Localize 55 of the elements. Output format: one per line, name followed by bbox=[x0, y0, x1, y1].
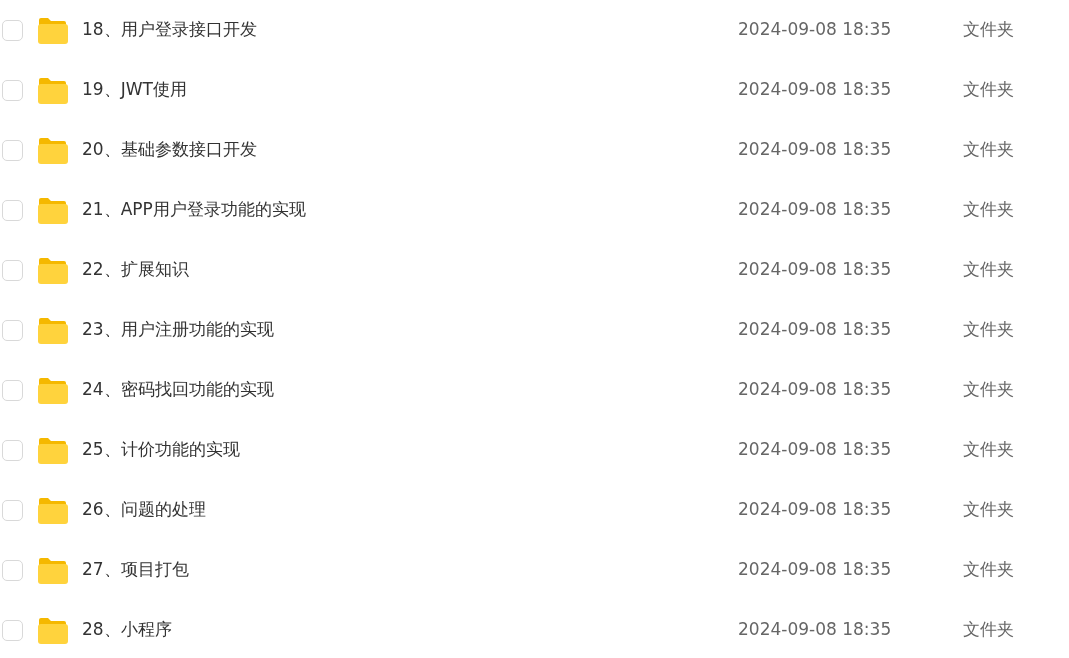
file-type: 文件夹 bbox=[963, 558, 1014, 582]
modified-date: 2024-09-08 18:35 bbox=[738, 558, 893, 582]
folder-icon bbox=[37, 436, 68, 464]
file-name[interactable]: 26、问题的处理 bbox=[82, 497, 738, 523]
modified-date: 2024-09-08 18:35 bbox=[738, 498, 893, 522]
checkbox[interactable] bbox=[2, 199, 23, 221]
file-name[interactable]: 19、JWT使用 bbox=[82, 77, 738, 103]
folder-icon bbox=[37, 136, 68, 164]
file-name[interactable]: 28、小程序 bbox=[82, 617, 738, 643]
folder-icon bbox=[37, 376, 68, 404]
file-type: 文件夹 bbox=[963, 498, 1014, 522]
checkbox[interactable] bbox=[2, 379, 23, 401]
modified-date: 2024-09-08 18:35 bbox=[738, 258, 893, 282]
folder-icon bbox=[37, 316, 68, 344]
file-name[interactable]: 27、项目打包 bbox=[82, 557, 738, 583]
file-type: 文件夹 bbox=[963, 438, 1014, 462]
checkbox[interactable] bbox=[2, 499, 23, 521]
folder-icon bbox=[37, 16, 68, 44]
file-name[interactable]: 25、计价功能的实现 bbox=[82, 437, 738, 463]
checkbox[interactable] bbox=[2, 559, 23, 581]
checkbox[interactable] bbox=[2, 19, 23, 41]
modified-date: 2024-09-08 18:35 bbox=[738, 18, 893, 42]
file-name[interactable]: 18、用户登录接口开发 bbox=[82, 17, 738, 43]
modified-date: 2024-09-08 18:35 bbox=[738, 378, 893, 402]
file-type: 文件夹 bbox=[963, 618, 1014, 642]
checkbox[interactable] bbox=[2, 139, 23, 161]
modified-date: 2024-09-08 18:35 bbox=[738, 198, 893, 222]
modified-date: 2024-09-08 18:35 bbox=[738, 618, 893, 642]
file-type: 文件夹 bbox=[963, 198, 1014, 222]
checkbox[interactable] bbox=[2, 619, 23, 641]
folder-icon bbox=[37, 616, 68, 644]
modified-date: 2024-09-08 18:35 bbox=[738, 318, 893, 342]
folder-icon bbox=[37, 496, 68, 524]
file-name[interactable]: 20、基础参数接口开发 bbox=[82, 137, 738, 163]
file-type: 文件夹 bbox=[963, 318, 1014, 342]
modified-date: 2024-09-08 18:35 bbox=[738, 78, 893, 102]
folder-icon bbox=[37, 256, 68, 284]
checkbox[interactable] bbox=[2, 79, 23, 101]
file-type: 文件夹 bbox=[963, 18, 1014, 42]
folder-icon bbox=[37, 556, 68, 584]
file-name[interactable]: 21、APP用户登录功能的实现 bbox=[82, 197, 738, 223]
file-type: 文件夹 bbox=[963, 378, 1014, 402]
folder-icon bbox=[37, 76, 68, 104]
file-name[interactable]: 24、密码找回功能的实现 bbox=[82, 377, 738, 403]
file-type: 文件夹 bbox=[963, 78, 1014, 102]
modified-date: 2024-09-08 18:35 bbox=[738, 138, 893, 162]
file-type: 文件夹 bbox=[963, 138, 1014, 162]
modified-date: 2024-09-08 18:35 bbox=[738, 438, 893, 462]
checkbox[interactable] bbox=[2, 439, 23, 461]
folder-icon bbox=[37, 196, 68, 224]
file-name[interactable]: 22、扩展知识 bbox=[82, 257, 738, 283]
checkbox[interactable] bbox=[2, 259, 23, 281]
file-name[interactable]: 23、用户注册功能的实现 bbox=[82, 317, 738, 343]
checkbox[interactable] bbox=[2, 319, 23, 341]
file-type: 文件夹 bbox=[963, 258, 1014, 282]
